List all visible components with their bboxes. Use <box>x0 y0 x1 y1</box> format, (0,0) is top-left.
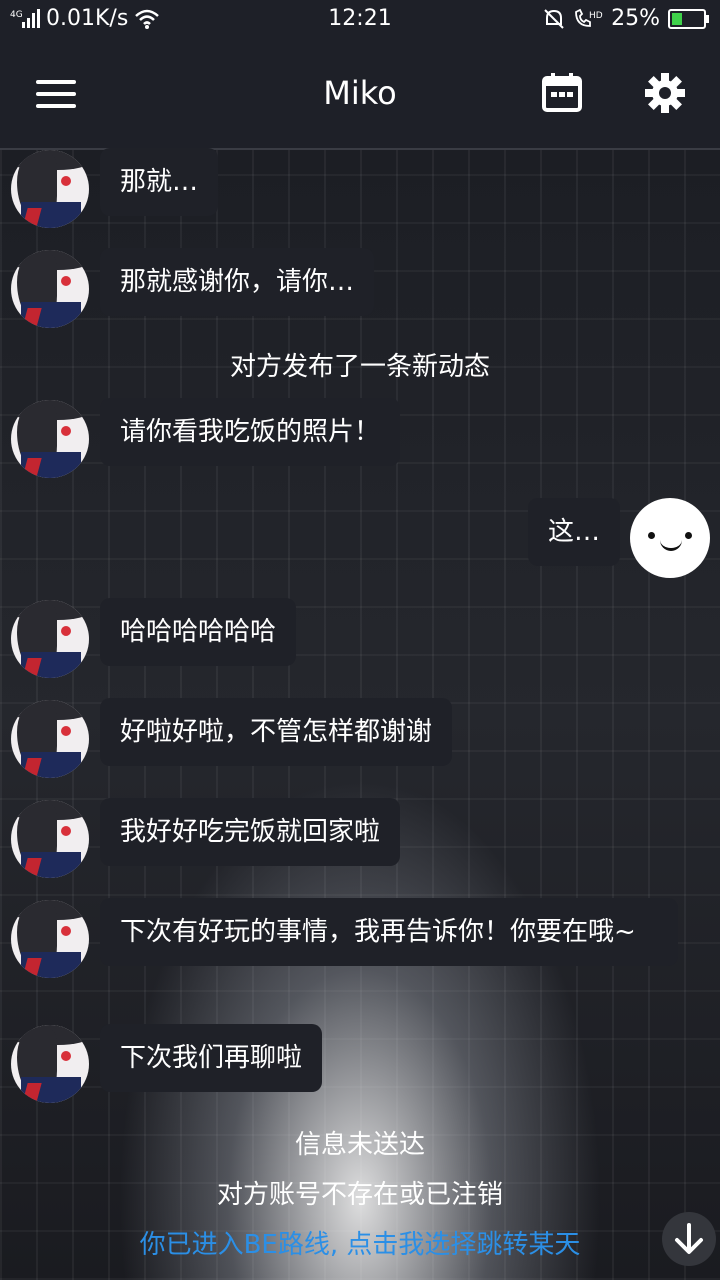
message-bubble[interactable]: 下次有好玩的事情，我再告诉你！你要在哦~ <box>100 898 678 966</box>
battery-icon <box>668 8 709 29</box>
contact-avatar[interactable] <box>11 150 89 228</box>
message-bubble[interactable]: 那就感谢你，请你… <box>100 248 375 316</box>
my-message-bubble[interactable]: 这… <box>527 498 620 566</box>
message-bubble[interactable]: 好啦好啦，不管怎样都谢谢 <box>100 698 453 766</box>
contact-avatar[interactable] <box>11 700 89 778</box>
system-notice: 对方发布了一条新动态 <box>229 352 490 382</box>
scroll-down-button[interactable] <box>662 1212 716 1266</box>
system-notice: 对方账号不存在或已注销 <box>216 1180 503 1210</box>
be-route-link[interactable]: 你已进入BE路线, 点击我选择跳转某天 <box>0 1224 720 1261</box>
contact-avatar[interactable] <box>11 900 89 978</box>
calendar-icon[interactable] <box>542 72 582 112</box>
page-title: Miko <box>323 74 397 112</box>
user-avatar[interactable] <box>630 498 710 578</box>
message-bubble[interactable]: 那就… <box>100 148 219 216</box>
mute-bell-icon <box>544 8 564 29</box>
battery-percent: 25% <box>611 6 660 31</box>
message-bubble[interactable]: 下次我们再聊啦 <box>100 1024 323 1092</box>
message-bubble[interactable]: 请你看我吃饭的照片！ <box>100 398 401 466</box>
contact-avatar[interactable] <box>11 400 89 478</box>
contact-avatar[interactable] <box>11 600 89 678</box>
status-right: HD 25% <box>543 6 709 31</box>
app-header: Miko <box>0 38 720 150</box>
chat-list[interactable]: 那就… 那就感谢你，请你… 对方发布了一条新动态 请你看我吃饭的照片！ 这… 哈… <box>0 148 720 1280</box>
message-bubble[interactable]: 我好好吃完饭就回家啦 <box>100 798 401 866</box>
system-notice: 信息未送达 <box>294 1130 425 1160</box>
svg-text:HD: HD <box>589 11 603 21</box>
hd-call-icon: HD <box>575 8 603 27</box>
message-bubble[interactable]: 哈哈哈哈哈哈 <box>100 598 297 666</box>
contact-avatar[interactable] <box>11 1025 89 1103</box>
contact-avatar[interactable] <box>11 800 89 878</box>
status-bar: 4G 0.01K/s 12:21 HD 25% <box>0 0 720 38</box>
gear-icon[interactable] <box>644 72 686 114</box>
contact-avatar[interactable] <box>11 250 89 328</box>
arrow-down-icon <box>675 1223 703 1254</box>
